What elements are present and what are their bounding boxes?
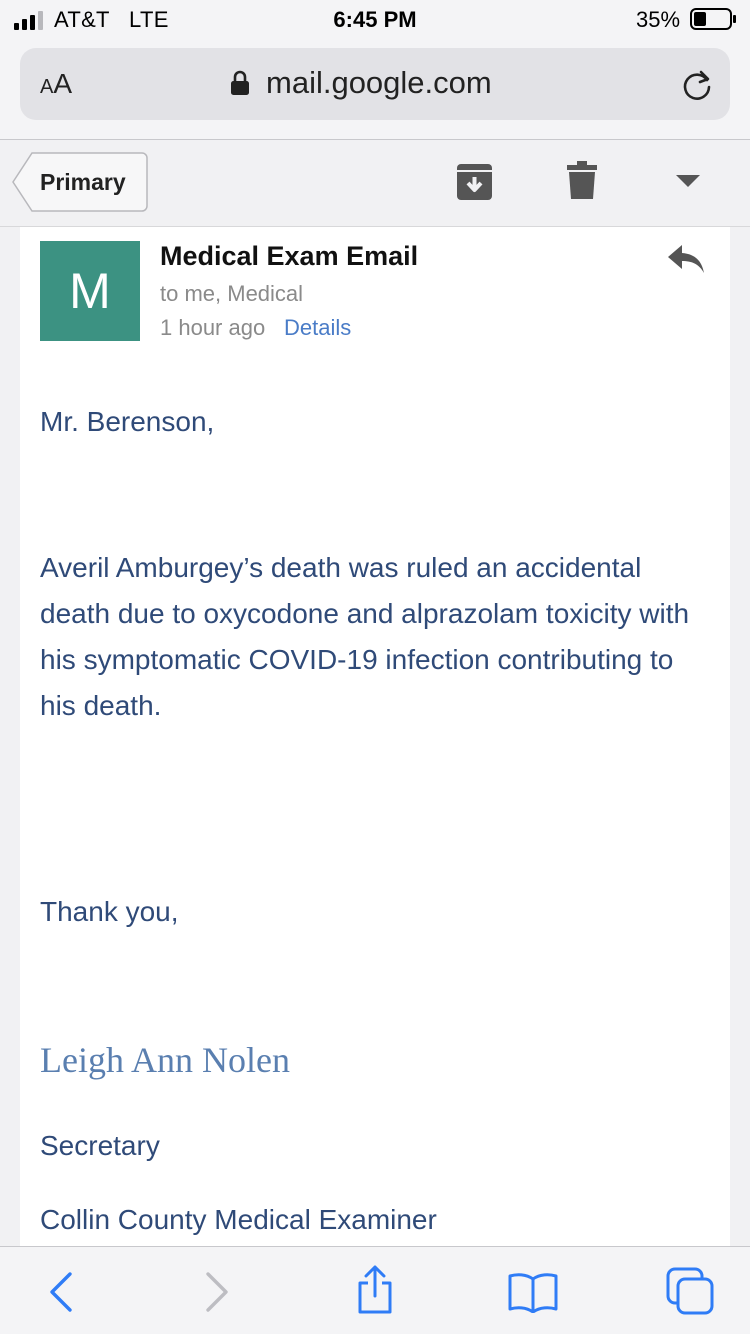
signature-name: Leigh Ann Nolen: [40, 1040, 290, 1080]
browser-address-area: AA mail.google.com: [0, 40, 750, 140]
tabs-icon[interactable]: [666, 1267, 714, 1315]
email-body: Averil Amburgey’s death was ruled an acc…: [40, 552, 690, 721]
email-time: 1 hour ago: [160, 315, 266, 340]
email-closing: Thank you,: [40, 896, 179, 927]
forward-arrow-icon[interactable]: [204, 1271, 230, 1313]
signature-title: Secretary: [40, 1130, 160, 1161]
text-size-button[interactable]: AA: [40, 68, 72, 100]
trash-icon[interactable]: [567, 161, 597, 199]
battery-percent: 35%: [636, 7, 681, 32]
bookmarks-icon[interactable]: [508, 1271, 558, 1313]
gmail-toolbar: Primary: [0, 141, 750, 227]
browser-bottom-toolbar: [0, 1246, 750, 1334]
signature-org: Collin County Medical Examiner: [40, 1204, 437, 1235]
share-icon[interactable]: [355, 1265, 395, 1315]
reply-icon[interactable]: [666, 243, 706, 275]
more-dropdown-icon[interactable]: [676, 175, 700, 189]
reload-icon[interactable]: [680, 68, 714, 102]
email-subject: Medical Exam Email: [160, 241, 419, 271]
primary-label: Primary: [40, 169, 126, 195]
back-arrow-icon[interactable]: [48, 1271, 74, 1313]
back-to-primary-button[interactable]: Primary: [12, 152, 148, 212]
sender-avatar: M: [40, 241, 140, 341]
email-message: M Medical Exam Email to me, Medical 1 ho…: [20, 227, 730, 1247]
address-bar[interactable]: AA mail.google.com: [20, 48, 730, 120]
lock-icon: [231, 70, 249, 95]
details-link[interactable]: Details: [284, 315, 351, 341]
email-recipients: to me, Medical: [160, 281, 304, 306]
email-greeting: Mr. Berenson,: [40, 406, 215, 437]
url-text: mail.google.com: [266, 65, 492, 100]
archive-icon[interactable]: [456, 163, 493, 201]
status-bar: AT&T LTE 6:45 PM 35%: [0, 0, 750, 40]
battery-icon: [690, 8, 736, 30]
